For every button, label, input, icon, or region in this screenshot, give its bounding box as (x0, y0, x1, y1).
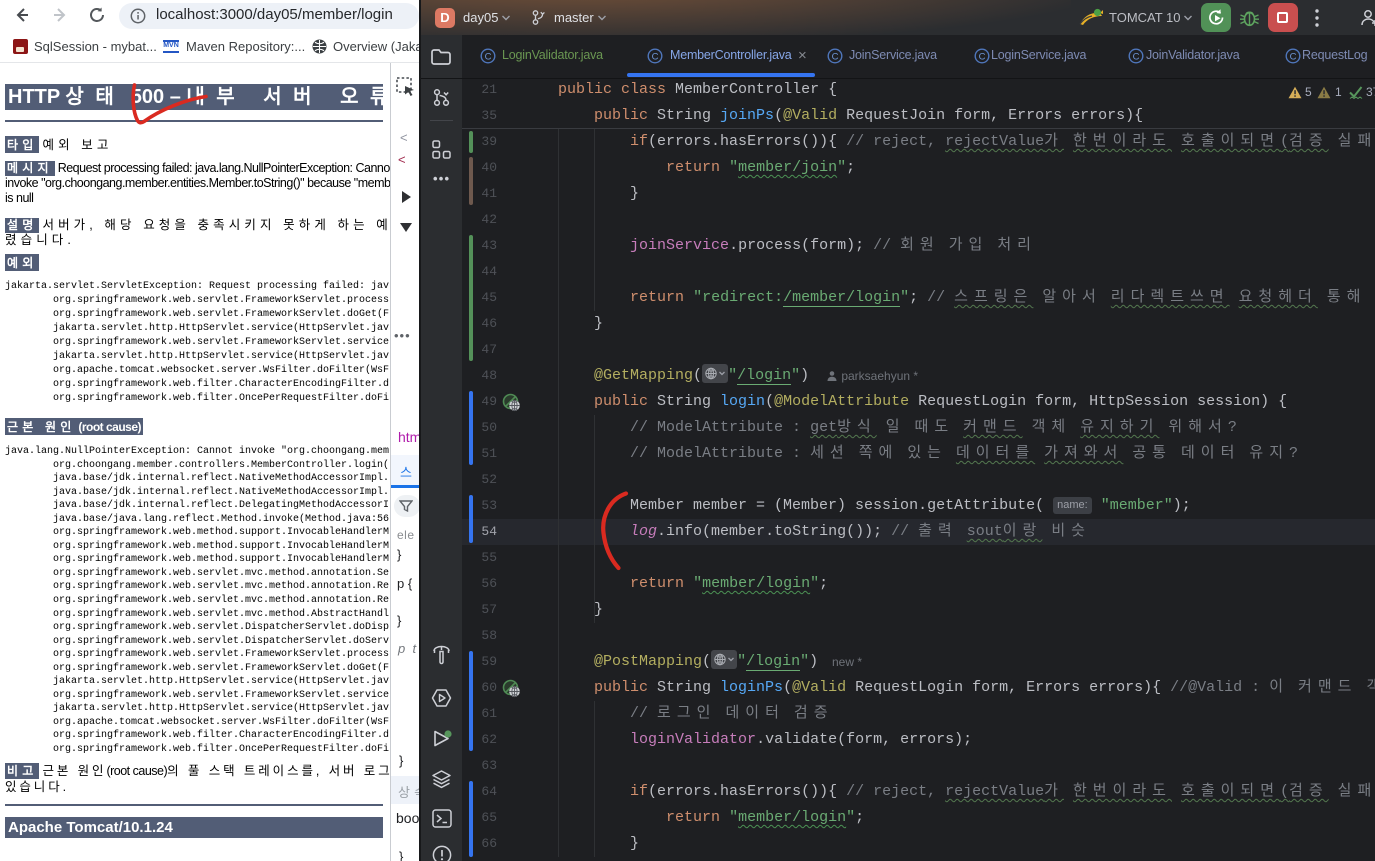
svg-text:C: C (832, 51, 839, 62)
svg-text:C: C (485, 51, 492, 62)
svg-text:C: C (979, 51, 986, 62)
svg-text:C: C (1133, 51, 1140, 62)
svg-text:C: C (652, 51, 659, 62)
svg-text:C: C (1290, 51, 1297, 62)
